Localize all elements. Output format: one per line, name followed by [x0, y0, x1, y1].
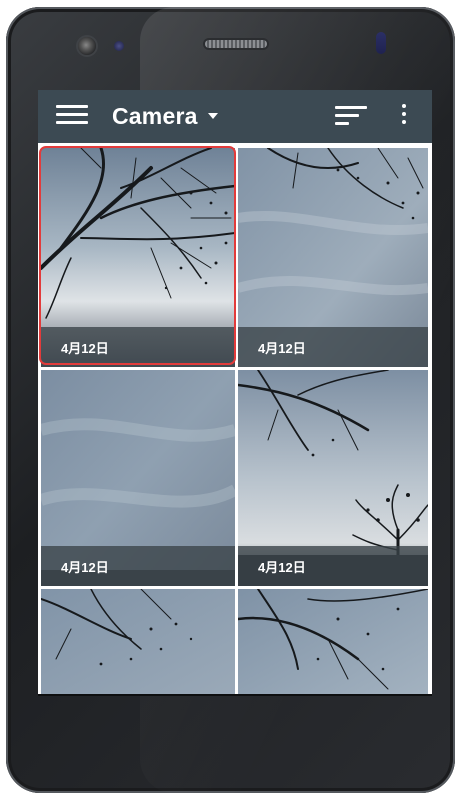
album-title: Camera — [112, 102, 198, 129]
earpiece-speaker — [205, 40, 267, 48]
photo-image — [41, 589, 235, 694]
photo-date-label: 4月12日 — [258, 560, 306, 575]
photo-thumbnail[interactable]: 4月12日 — [41, 148, 235, 367]
photo-date-label: 4月12日 — [61, 341, 109, 356]
notification-led — [376, 32, 386, 54]
photo-thumbnail[interactable]: 4月12日 — [41, 370, 235, 586]
app-bar: Camera — [38, 90, 432, 143]
sort-icon[interactable] — [335, 100, 369, 130]
photo-date-caption: 4月12日 — [41, 327, 235, 367]
photo-date-label: 4月12日 — [61, 560, 109, 575]
photo-date-label: 4月12日 — [258, 341, 306, 356]
phone-screen: Camera 4月12日 4月12日 4月12日 4月12日 — [38, 90, 432, 694]
front-camera-icon — [78, 37, 96, 55]
photo-date-caption: 4月12日 — [238, 546, 428, 586]
photo-grid: 4月12日 4月12日 4月12日 4月12日 — [38, 143, 432, 694]
caret-down-icon — [207, 113, 218, 119]
more-vertical-icon[interactable] — [396, 100, 412, 130]
photo-thumbnail[interactable]: 4月12日 — [238, 370, 428, 586]
screen-bottom-edge — [38, 694, 432, 696]
album-selector-dropdown[interactable]: Camera — [112, 99, 218, 133]
photo-date-caption: 4月12日 — [41, 546, 235, 586]
hamburger-menu-icon[interactable] — [56, 100, 88, 130]
proximity-sensor — [114, 41, 124, 51]
photo-thumbnail[interactable]: 4月12日 — [238, 148, 428, 367]
photo-thumbnail[interactable] — [238, 589, 428, 694]
photo-date-caption: 4月12日 — [238, 327, 428, 367]
photo-image — [238, 589, 428, 694]
photo-thumbnail[interactable] — [41, 589, 235, 694]
